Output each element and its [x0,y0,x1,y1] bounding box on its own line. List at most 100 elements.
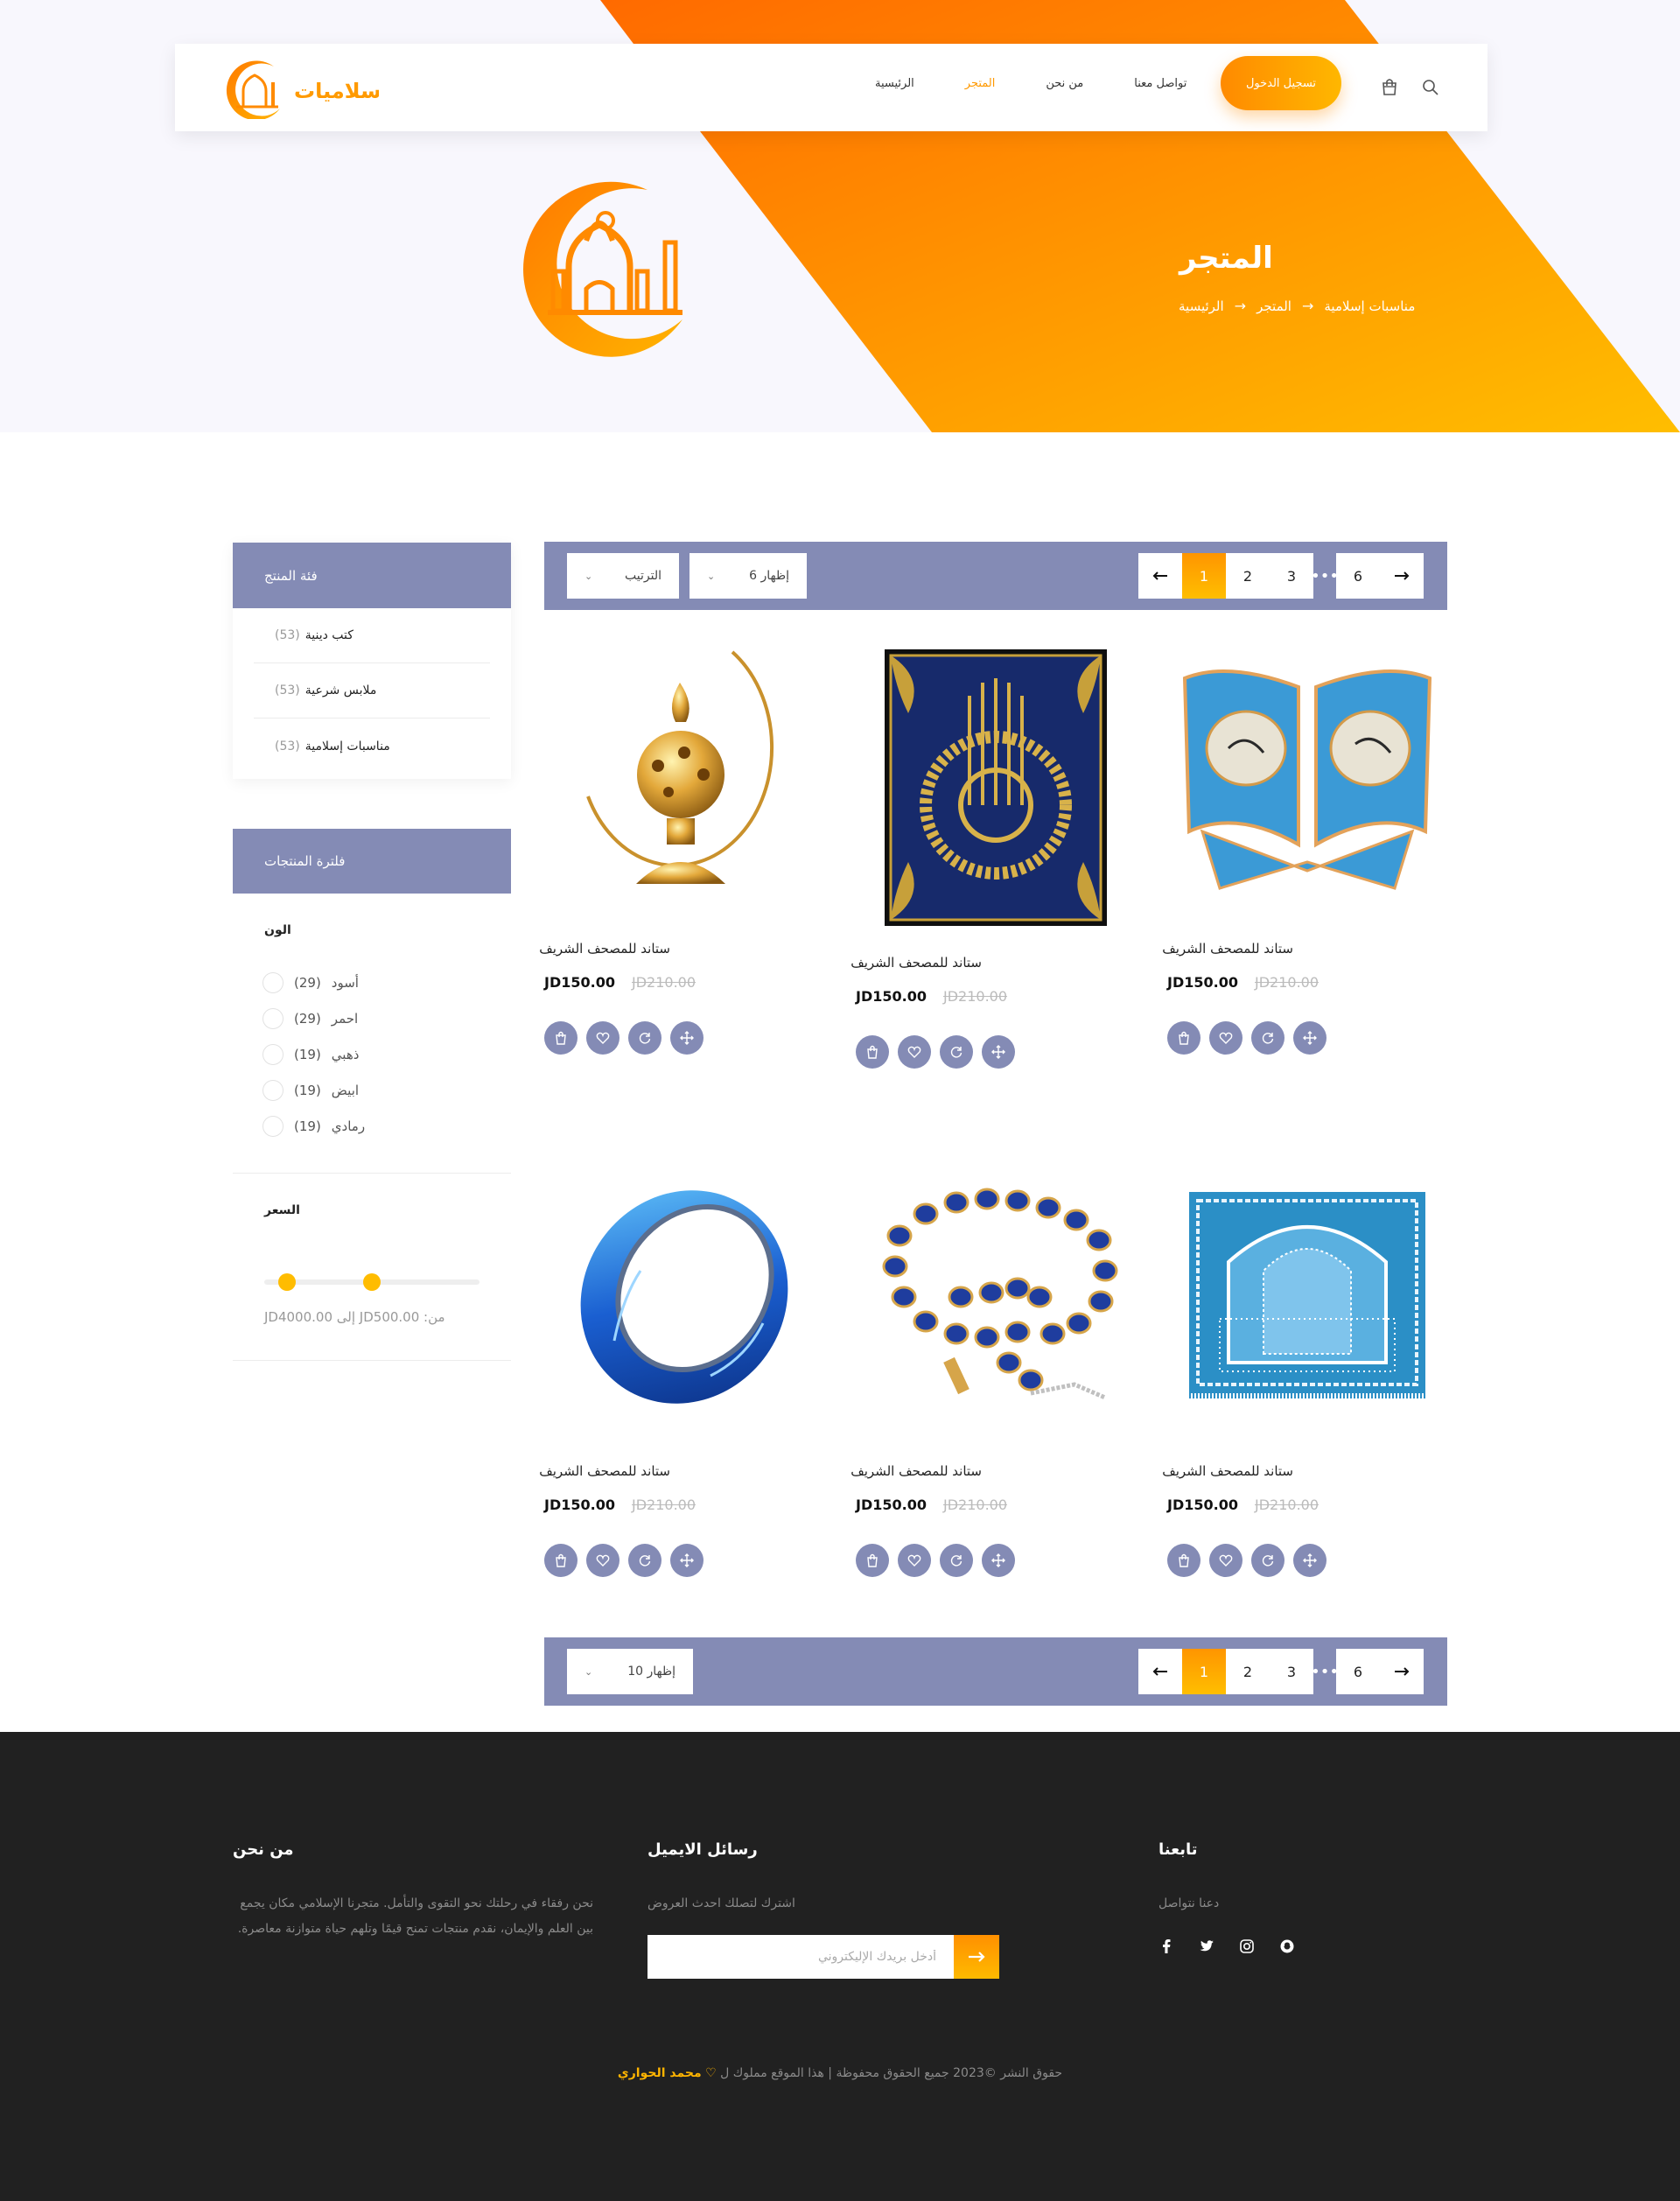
cart-icon[interactable] [1379,76,1400,97]
product-card[interactable]: ستاند للمصحف الشريف JD150.00 JD210.00 [539,1166,824,1586]
price-slider-min-thumb[interactable] [278,1273,296,1291]
color-count: (19) [294,1118,321,1134]
prev-page-button[interactable] [1138,553,1182,599]
facebook-icon[interactable] [1158,1938,1174,1954]
nav-about[interactable]: من نحن [1046,77,1083,90]
radio-button[interactable] [262,1079,284,1101]
wishlist-button[interactable] [1209,1021,1242,1055]
wishlist-button[interactable] [586,1021,620,1055]
compare-button[interactable] [940,1035,973,1069]
product-name[interactable]: ستاند للمصحف الشريف [539,941,670,957]
quick-view-button[interactable] [982,1035,1015,1069]
wishlist-button[interactable] [1209,1544,1242,1577]
color-option[interactable]: (19) ابيض [262,1072,365,1108]
product-name[interactable]: ستاند للمصحف الشريف [1162,1463,1293,1479]
show-count-select[interactable]: ⌄ إظهار 10 [567,1649,693,1694]
compare-button[interactable] [940,1544,973,1577]
radio-button[interactable] [262,1007,284,1029]
category-item[interactable]: (53) مناسبات إسلامية [254,718,490,774]
category-item[interactable]: (53) ملابس شرعية [254,663,490,718]
snapchat-icon[interactable] [1279,1938,1295,1954]
search-icon[interactable] [1421,78,1440,97]
product-name[interactable]: ستاند للمصحف الشريف [850,955,982,971]
page-button[interactable]: 6 [1336,1649,1380,1694]
product-old-price: JD210.00 [1255,1497,1320,1513]
add-to-cart-button[interactable] [544,1021,578,1055]
sort-select[interactable]: ⌄ الترتيب [567,553,679,599]
quick-view-button[interactable] [982,1544,1015,1577]
color-filter-title: الون [264,923,291,937]
page-button[interactable]: 1 [1182,553,1226,599]
product-image-prayer-beads[interactable] [856,1166,1136,1428]
wishlist-button[interactable] [898,1035,931,1069]
login-button[interactable]: تسجيل الدخول [1221,56,1341,110]
product-name[interactable]: ستاند للمصحف الشريف [539,1463,670,1479]
prev-page-button[interactable] [1138,1649,1182,1694]
brand-logo[interactable]: إسلاميات [226,56,379,119]
product-name[interactable]: ستاند للمصحف الشريف [850,1463,982,1479]
product-name[interactable]: ستاند للمصحف الشريف [1162,941,1293,957]
add-to-cart-button[interactable] [1167,1544,1200,1577]
add-to-cart-button[interactable] [1167,1021,1200,1055]
newsletter-email-input[interactable] [648,1935,954,1979]
radio-button[interactable] [262,1043,284,1065]
compare-button[interactable] [1251,1544,1284,1577]
color-option[interactable]: (19) ذهبي [262,1036,365,1072]
wishlist-button[interactable] [898,1544,931,1577]
heart-icon [1219,1554,1233,1567]
product-card[interactable]: ستاند للمصحف الشريف JD150.00 JD210.00 [850,1166,1136,1586]
next-page-button[interactable] [1380,1649,1424,1694]
instagram-icon[interactable] [1239,1938,1255,1954]
color-option[interactable]: (29) احمر [262,1000,365,1036]
color-option[interactable]: (19) رمادي [262,1108,365,1144]
nav-store[interactable]: المتجر [965,77,996,90]
product-image-blue-ring[interactable] [544,1166,824,1428]
product-image-incense-burner[interactable] [544,643,824,906]
radio-button[interactable] [262,1115,284,1137]
quick-view-button[interactable] [1293,1544,1326,1577]
nav-home[interactable]: الرئيسية [875,77,914,90]
arrow-left-icon [1152,1667,1167,1676]
product-card[interactable]: ستاند للمصحف الشريف JD150.00 JD210.00 [539,643,824,1063]
add-to-cart-button[interactable] [856,1035,889,1069]
price-slider-max-thumb[interactable] [363,1273,381,1291]
next-page-button[interactable] [1380,553,1424,599]
category-item[interactable]: (53) كتب دينية [254,608,490,663]
compare-button[interactable] [628,1021,662,1055]
add-to-cart-button[interactable] [544,1544,578,1577]
page-button[interactable]: 2 [1226,553,1270,599]
page-button[interactable]: 2 [1226,1649,1270,1694]
quick-view-button[interactable] [670,1544,704,1577]
compare-button[interactable] [1251,1021,1284,1055]
product-image-quran-stand[interactable] [1167,643,1447,906]
product-image-prayer-rug[interactable] [1167,1166,1447,1428]
page-button[interactable]: 1 [1182,1649,1226,1694]
quick-view-button[interactable] [670,1021,704,1055]
product-image-calligraphy-frame[interactable] [856,643,1136,928]
breadcrumb-home[interactable]: الرئيسية [1179,298,1224,314]
breadcrumb-store[interactable]: المتجر [1256,298,1292,314]
page-button[interactable]: 3 [1270,553,1313,599]
quick-view-button[interactable] [1293,1021,1326,1055]
product-card[interactable]: ستاند للمصحف الشريف JD150.00 JD210.00 [1162,1166,1447,1586]
compare-button[interactable] [628,1544,662,1577]
copyright-author[interactable]: محمد الحواري [618,2066,702,2080]
page-button[interactable]: 3 [1270,1649,1313,1694]
newsletter-submit-button[interactable] [954,1935,999,1979]
add-to-cart-button[interactable] [856,1544,889,1577]
heart-icon [1219,1032,1233,1044]
product-card[interactable]: ستاند للمصحف الشريف JD150.00 JD210.00 [850,643,1136,1069]
product-card[interactable]: ستاند للمصحف الشريف JD150.00 JD210.00 [1162,643,1447,1063]
pagination-ellipsis: ••• [1311,566,1339,585]
copyright-text: حقوق النشر ©2023 جميع الحقوق محفوظة | هذ… [720,2066,1063,2080]
show-count-select[interactable]: ⌄ إظهار 6 [690,553,807,599]
radio-button[interactable] [262,971,284,993]
nav-contact[interactable]: تواصل معنا [1134,77,1186,90]
arrow-left-icon [1152,571,1167,580]
wishlist-button[interactable] [586,1544,620,1577]
twitter-icon[interactable] [1199,1938,1214,1954]
category-label: مناسبات إسلامية [304,739,390,754]
footer-follow-text: دعنا نتواصل [1158,1896,1220,1910]
color-option[interactable]: (29) أسود [262,964,365,1000]
page-button[interactable]: 6 [1336,553,1380,599]
